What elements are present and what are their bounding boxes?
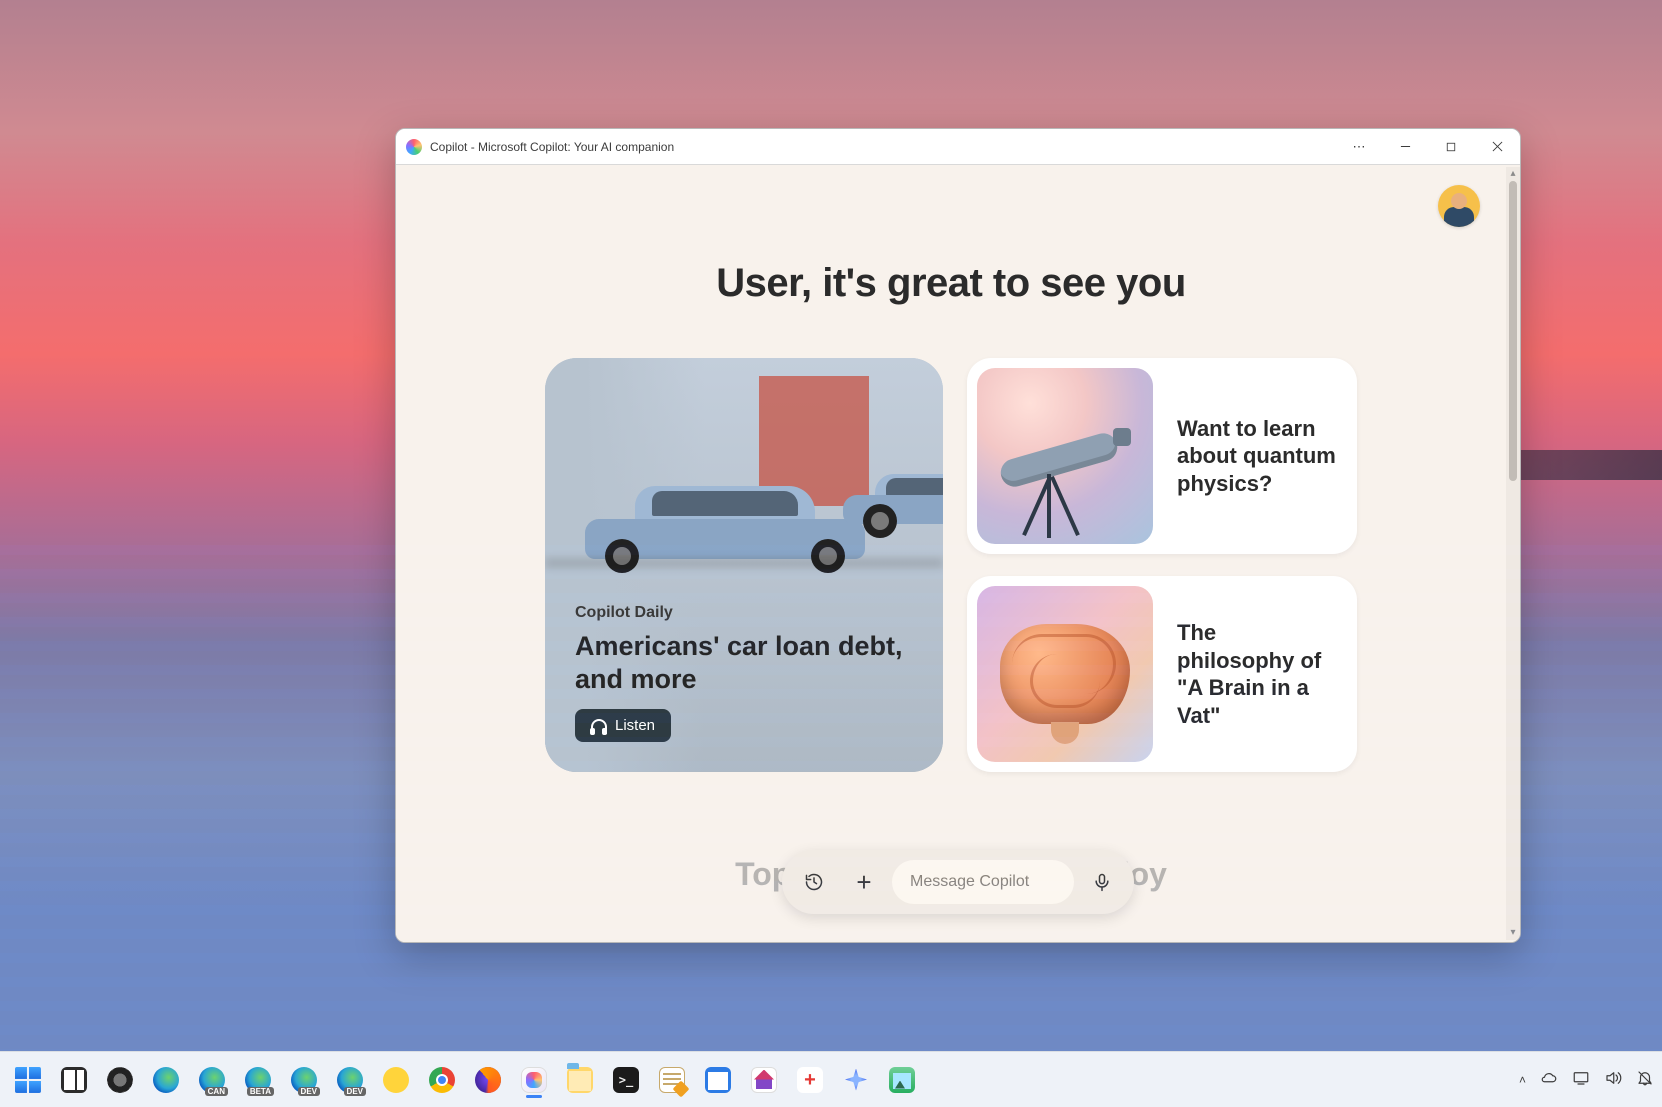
taskbar-edge-dev[interactable]: DEV [284,1060,324,1100]
daily-headline: Americans' car loan debt, and more [575,630,913,695]
terminal-icon [613,1067,639,1093]
taskbar-terminal[interactable] [606,1060,646,1100]
taskbar-apps: CAN BETA DEV DEV [8,1060,922,1100]
taskbar-start[interactable] [8,1060,48,1100]
settings-gear-icon [107,1067,133,1093]
edge-icon [153,1067,179,1093]
maximize-icon [1446,142,1456,152]
titlebar-more-button[interactable]: ⋯ [1336,129,1382,165]
edge-beta-icon: BETA [245,1067,271,1093]
taskbar: CAN BETA DEV DEV ˄ [0,1051,1662,1107]
titlebar[interactable]: Copilot - Microsoft Copilot: Your AI com… [396,129,1520,165]
taskbar-notepad[interactable] [652,1060,692,1100]
suggestion-card-title: Want to learn about quantum physics? [1177,415,1337,498]
listen-label: Listen [615,717,655,734]
calendar-icon [705,1067,731,1093]
daily-eyebrow: Copilot Daily [575,604,913,622]
taskbar-settings[interactable] [100,1060,140,1100]
titlebar-minimize-button[interactable] [1382,129,1428,165]
chrome-icon [429,1067,455,1093]
more-icon: ⋯ [1353,139,1366,155]
close-icon [1492,141,1503,152]
taskbar-gemini[interactable] [836,1060,876,1100]
brain-icon [977,586,1153,762]
tray-volume-icon[interactable] [1604,1069,1622,1090]
chrome-canary-icon [383,1067,409,1093]
tray-display-icon[interactable] [1572,1069,1590,1090]
edge-dev-icon: DEV [291,1067,317,1093]
file-explorer-icon [567,1067,593,1093]
taskbar-photos[interactable] [882,1060,922,1100]
firefox-icon [475,1067,501,1093]
taskbar-edge[interactable] [146,1060,186,1100]
tray-overflow-button[interactable]: ˄ [1519,1073,1526,1087]
taskbar-calendar[interactable] [698,1060,738,1100]
snipping-tool-icon [797,1067,823,1093]
windows-start-icon [15,1067,41,1093]
history-button[interactable] [792,860,836,904]
microphone-button[interactable] [1080,860,1124,904]
taskbar-chrome[interactable] [422,1060,462,1100]
history-icon [804,872,824,892]
task-view-icon [61,1067,87,1093]
edge-canary-icon: CAN [199,1067,225,1093]
scroll-down-icon[interactable]: ▾ [1508,928,1518,938]
taskbar-home-app[interactable] [744,1060,784,1100]
desktop-wallpaper: Copilot - Microsoft Copilot: Your AI com… [0,0,1662,1107]
copilot-window: Copilot - Microsoft Copilot: Your AI com… [395,128,1521,943]
taskbar-edge-dev2[interactable]: DEV [330,1060,370,1100]
titlebar-close-button[interactable] [1474,129,1520,165]
system-tray: ˄ [1519,1069,1654,1090]
message-input[interactable] [910,873,1056,891]
new-chat-button[interactable]: + [842,860,886,904]
tray-onedrive-icon[interactable] [1540,1069,1558,1090]
taskbar-edge-beta[interactable]: BETA [238,1060,278,1100]
greeting-heading: User, it's great to see you [396,261,1506,306]
taskbar-chrome-canary[interactable] [376,1060,416,1100]
plus-icon: + [856,869,871,895]
message-input-bar: + [782,850,1134,914]
sparkle-icon [843,1067,869,1093]
suggestion-card-quantum[interactable]: Want to learn about quantum physics? [967,358,1357,554]
taskbar-snip[interactable] [790,1060,830,1100]
scrollbar[interactable]: ▴ ▾ [1506,167,1520,940]
photos-icon [889,1067,915,1093]
suggestion-card-title: The philosophy of "A Brain in a Vat" [1177,619,1337,729]
copilot-client-area: ▴ ▾ User, it's great to see you [396,165,1520,942]
taskbar-copilot[interactable] [514,1060,554,1100]
copilot-icon [521,1067,547,1093]
taskbar-explorer[interactable] [560,1060,600,1100]
microphone-icon [1092,872,1112,892]
window-title: Copilot - Microsoft Copilot: Your AI com… [430,140,674,154]
message-input-wrapper[interactable] [892,860,1074,904]
scrollbar-thumb[interactable] [1509,181,1517,481]
taskbar-firefox[interactable] [468,1060,508,1100]
copilot-daily-card[interactable]: Copilot Daily Americans' car loan debt, … [545,358,943,772]
taskbar-task-view[interactable] [54,1060,94,1100]
telescope-icon [977,368,1153,544]
notepad-icon [659,1067,685,1093]
tray-notifications-icon[interactable] [1636,1069,1654,1090]
titlebar-maximize-button[interactable] [1428,129,1474,165]
suggestion-cards-row: Copilot Daily Americans' car loan debt, … [396,358,1506,772]
scroll-up-icon[interactable]: ▴ [1508,169,1518,179]
copilot-app-icon [406,139,422,155]
minimize-icon [1400,141,1411,152]
suggestion-card-brain-vat[interactable]: The philosophy of "A Brain in a Vat" [967,576,1357,772]
headphones-icon [591,718,607,734]
edge-dev-icon: DEV [337,1067,363,1093]
taskbar-edge-canary[interactable]: CAN [192,1060,232,1100]
home-app-icon [751,1067,777,1093]
user-avatar[interactable] [1438,185,1480,227]
listen-button[interactable]: Listen [575,709,671,742]
